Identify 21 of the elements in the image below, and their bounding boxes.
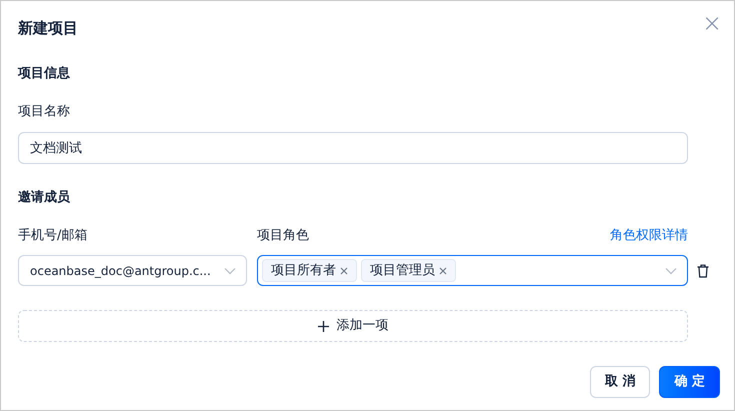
add-item-button[interactable]: 添加一项 xyxy=(18,310,688,342)
delete-icon[interactable] xyxy=(697,264,709,278)
section-heading: 邀请成员 xyxy=(18,189,71,207)
cancel-button[interactable]: 取 消 xyxy=(590,366,650,398)
remove-icon[interactable] xyxy=(439,266,447,274)
tag-label: 项目管理员 xyxy=(370,262,435,280)
field-label: 项目角色 xyxy=(257,227,310,245)
chevron-down-icon xyxy=(665,266,677,274)
tag-label: 项目所有者 xyxy=(271,262,336,280)
plus-icon xyxy=(318,320,328,332)
email-select[interactable]: oceanbase_doc@antgroup.c... xyxy=(18,255,247,286)
remove-icon[interactable] xyxy=(340,266,348,274)
role-select[interactable]: 项目所有者 项目管理员 xyxy=(257,255,688,286)
confirm-button[interactable]: 确 定 xyxy=(659,366,720,398)
dialog-title: 新建项目 xyxy=(18,18,78,39)
section-heading: 项目信息 xyxy=(18,65,71,83)
field-label: 手机号/邮箱 xyxy=(18,227,88,245)
role-permissions-link[interactable]: 角色权限详情 xyxy=(610,226,688,246)
project-name-field[interactable]: 文档测试 xyxy=(18,132,688,164)
field-label: 项目名称 xyxy=(18,103,71,121)
chevron-down-icon xyxy=(224,266,236,274)
